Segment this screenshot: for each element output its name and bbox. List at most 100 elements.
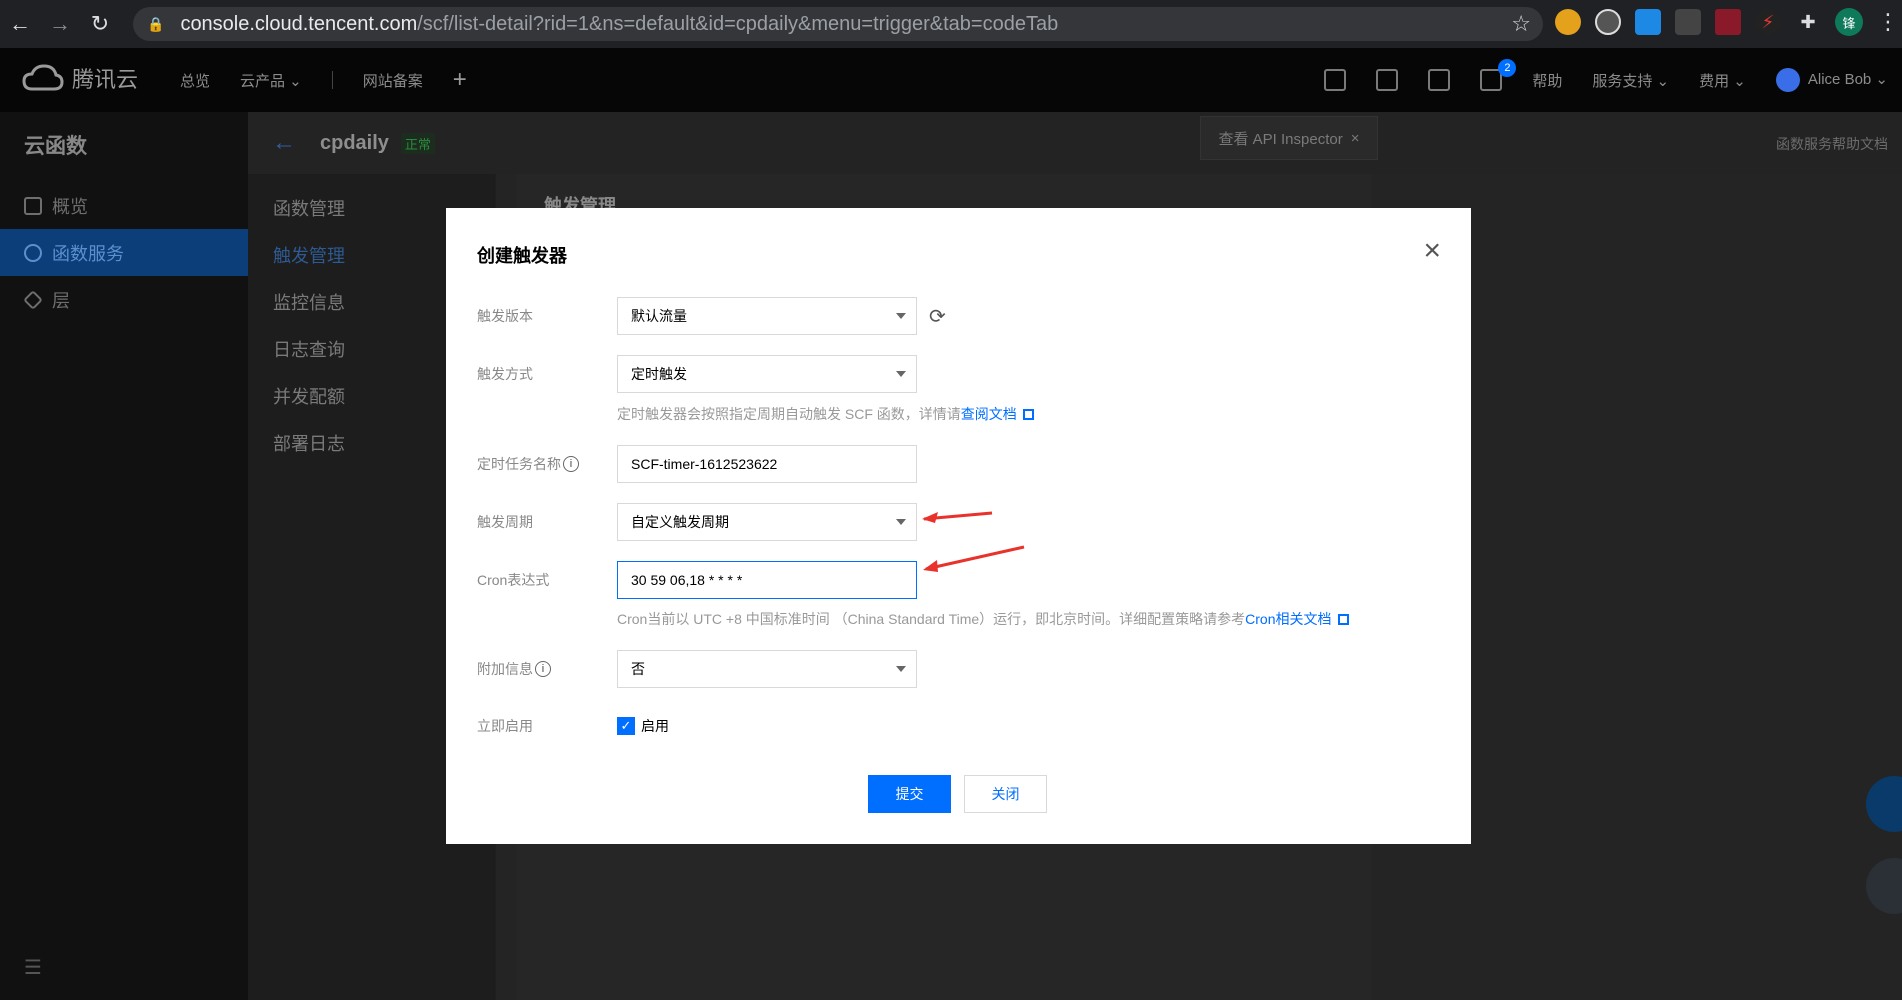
extension-colorful-icon[interactable] bbox=[1555, 9, 1581, 35]
close-button[interactable]: 关闭 bbox=[964, 775, 1047, 813]
label-trigger-period: 触发周期 bbox=[477, 514, 533, 530]
row-cron-expression: Cron表达式 bbox=[477, 561, 917, 599]
modal-close-icon[interactable]: × bbox=[1423, 236, 1441, 266]
sidebar-item-functions[interactable]: 函数服务 bbox=[0, 229, 248, 276]
cron-hint-text: Cron当前以 UTC +8 中国标准时间 （China Standard Ti… bbox=[617, 611, 1246, 627]
select-value: 定时触发 bbox=[631, 366, 687, 382]
profile-avatar[interactable]: 锋 bbox=[1835, 8, 1863, 36]
collapse-menu-icon[interactable]: ☰ bbox=[24, 955, 42, 980]
external-link-icon bbox=[1337, 614, 1349, 625]
row-trigger-method: 触发方式 定时触发 bbox=[477, 355, 917, 393]
label-cron-expression: Cron表达式 bbox=[477, 572, 550, 588]
submit-button[interactable]: 提交 bbox=[868, 775, 951, 813]
user-avatar bbox=[1775, 68, 1800, 92]
browser-toolbar: ← → ↻ 🔒 console.cloud.tencent.com/scf/li… bbox=[0, 0, 1902, 48]
help-doc-link[interactable]: 函数服务帮助文档 bbox=[1776, 134, 1888, 154]
function-name: cpdaily bbox=[320, 131, 389, 154]
enable-checkbox-label: 启用 bbox=[641, 718, 669, 734]
nav-products[interactable]: 云产品 ⌄ bbox=[240, 70, 302, 91]
method-hint: 定时触发器会按照指定周期自动触发 SCF 函数，详情请查阅文档 bbox=[617, 404, 1034, 424]
browser-menu-icon[interactable]: ⋮ bbox=[1877, 9, 1899, 35]
trigger-period-select[interactable]: 自定义触发周期 bbox=[617, 503, 917, 541]
sidebar-title: 云函数 bbox=[24, 135, 87, 158]
sidebar: 云函数 概览 函数服务 层 ☰ bbox=[0, 112, 248, 1000]
label-trigger-method: 触发方式 bbox=[477, 366, 533, 382]
extension-diamond-icon[interactable] bbox=[1635, 9, 1661, 35]
trigger-method-select[interactable]: 定时触发 bbox=[617, 355, 917, 393]
api-inspector-button[interactable]: 查看 API Inspector × bbox=[1200, 116, 1378, 160]
select-value: 自定义触发周期 bbox=[631, 514, 729, 530]
bookmark-star-icon[interactable]: ☆ bbox=[1511, 11, 1531, 37]
grid-icon bbox=[24, 196, 42, 215]
nav-right: 2 帮助 服务支持 ⌄ 费用 ⌄ Alice Bob ⌄ bbox=[1324, 48, 1888, 112]
nav-help[interactable]: 帮助 bbox=[1532, 70, 1562, 91]
doc-float-button[interactable] bbox=[1866, 858, 1902, 914]
label-text: 定时任务名称 bbox=[477, 456, 561, 472]
sidebar-item-label: 概览 bbox=[52, 196, 88, 217]
url-host: console.cloud.tencent.com bbox=[180, 12, 418, 35]
forward-icon[interactable]: → bbox=[40, 0, 80, 48]
nav-overview[interactable]: 总览 bbox=[180, 70, 210, 91]
nav-service-support[interactable]: 服务支持 ⌄ bbox=[1592, 70, 1669, 91]
back-icon[interactable]: ← bbox=[0, 0, 40, 48]
extension-gauge-icon[interactable] bbox=[1595, 9, 1621, 35]
external-link-icon bbox=[1022, 409, 1034, 420]
refresh-icon[interactable]: ⟳ bbox=[929, 304, 946, 329]
logo-text: 腾讯云 bbox=[72, 67, 139, 92]
reload-icon[interactable]: ↻ bbox=[80, 0, 120, 48]
back-arrow-icon[interactable]: ← bbox=[272, 129, 296, 157]
extension-reader-icon[interactable] bbox=[1675, 9, 1701, 35]
extra-info-select[interactable]: 否 bbox=[617, 650, 917, 688]
chevron-down-icon bbox=[896, 519, 906, 525]
row-trigger-period: 触发周期 自定义触发周期 bbox=[477, 503, 917, 541]
extension-bolt-icon[interactable]: ⚡ bbox=[1755, 9, 1781, 35]
chevron-down-icon bbox=[896, 666, 906, 672]
label-trigger-version: 触发版本 bbox=[477, 308, 533, 324]
label-text: 附加信息 bbox=[477, 661, 533, 677]
address-bar[interactable]: 🔒 console.cloud.tencent.com/scf/list-det… bbox=[133, 7, 1543, 41]
url-path: /scf/list-detail?rid=1&ns=default&id=cpd… bbox=[417, 12, 1059, 35]
arrow-cron-head-icon bbox=[923, 560, 938, 572]
layers-icon bbox=[23, 289, 43, 310]
select-value: 默认流量 bbox=[631, 308, 687, 324]
row-task-name: 定时任务名称 i bbox=[477, 445, 917, 483]
tools-icon[interactable] bbox=[1376, 69, 1399, 91]
info-icon[interactable]: i bbox=[535, 661, 551, 677]
user-menu[interactable]: Alice Bob ⌄ bbox=[1775, 68, 1888, 92]
modal-title: 创建触发器 bbox=[477, 246, 567, 266]
mail-icon[interactable]: 2 bbox=[1480, 59, 1517, 91]
cron-doc-link[interactable]: Cron相关文档 bbox=[1245, 611, 1331, 627]
chevron-down-icon bbox=[896, 313, 906, 319]
api-inspector-label: 查看 API Inspector bbox=[1218, 130, 1343, 148]
document-icon[interactable] bbox=[1428, 69, 1451, 91]
nav-divider bbox=[331, 71, 333, 89]
task-name-input[interactable] bbox=[617, 445, 917, 483]
select-value: 否 bbox=[631, 661, 645, 677]
tencent-cloud-logo[interactable]: 腾讯云 bbox=[22, 62, 138, 94]
nav-billing[interactable]: 费用 ⌄ bbox=[1699, 70, 1746, 91]
sidebar-item-overview[interactable]: 概览 bbox=[0, 182, 248, 229]
trigger-version-select[interactable]: 默认流量 bbox=[617, 297, 917, 335]
label-extra-info: 附加信息 i bbox=[477, 659, 617, 679]
chevron-down-icon bbox=[896, 371, 906, 377]
function-icon bbox=[24, 243, 42, 262]
row-trigger-version: 触发版本 默认流量 ⟳ bbox=[477, 297, 946, 335]
cloud-logo-icon bbox=[22, 64, 64, 91]
add-shortcut-icon[interactable]: + bbox=[453, 66, 467, 94]
close-icon[interactable]: × bbox=[1351, 130, 1360, 147]
info-icon[interactable]: i bbox=[563, 456, 579, 472]
sidebar-item-layers[interactable]: 层 bbox=[0, 276, 248, 323]
nav-icp[interactable]: 网站备案 bbox=[363, 70, 423, 91]
cron-expression-input[interactable] bbox=[617, 561, 917, 599]
extension-doc-icon[interactable] bbox=[1715, 9, 1741, 35]
chat-float-button[interactable] bbox=[1866, 776, 1902, 832]
console-top-nav: 腾讯云 总览 云产品 ⌄ 网站备案 + 2 帮助 服务支持 ⌄ 费用 ⌄ Ali… bbox=[0, 48, 1902, 112]
row-extra-info: 附加信息 i 否 bbox=[477, 650, 917, 688]
apps-grid-icon[interactable] bbox=[1324, 69, 1347, 91]
lock-icon: 🔒 bbox=[147, 15, 165, 32]
extensions-bar: ⚡ ✚ 锋 ⋮ bbox=[1555, 8, 1899, 36]
row-enable-now: 立即启用 ✓ 启用 bbox=[477, 716, 669, 736]
extensions-puzzle-icon[interactable]: ✚ bbox=[1795, 9, 1821, 35]
enable-checkbox[interactable]: ✓ bbox=[617, 717, 635, 735]
method-doc-link[interactable]: 查阅文档 bbox=[961, 406, 1017, 422]
